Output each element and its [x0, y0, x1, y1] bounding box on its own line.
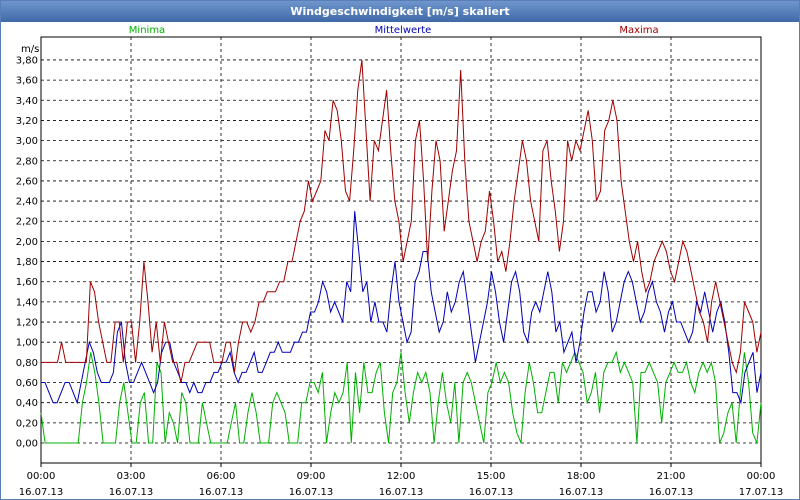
x-tick-date: 16.07.13: [649, 487, 694, 498]
y-tick-label: 0,20: [16, 418, 38, 429]
x-tick-time: 03:00: [117, 471, 146, 482]
y-tick-label: 3,60: [16, 76, 38, 87]
y-tick-label: 1,40: [16, 297, 38, 308]
x-tick-date: 16.07.13: [19, 487, 64, 498]
x-tick-time: 06:00: [207, 471, 236, 482]
y-tick-label: 1,80: [16, 257, 38, 268]
y-axis: m/s 0,00 0,20 0,40 0,60 0,80 1,00 1,20 1,40 1,60…: [16, 44, 40, 450]
y-tick-label: 1,00: [16, 338, 38, 349]
y-axis-label: m/s: [21, 44, 39, 55]
x-tick-date: 16.07.13: [199, 487, 244, 498]
y-tick-label: 2,00: [16, 237, 38, 248]
x-tick-time: 18:00: [567, 471, 596, 482]
y-tick-label: 0,80: [16, 358, 38, 369]
x-tick-time: 00:00: [27, 471, 56, 482]
x-tick-time: 00:00: [747, 471, 776, 482]
x-tick-date: 16.07.13: [379, 487, 424, 498]
y-tick-label: 2,20: [16, 217, 38, 228]
chart-window: Windgeschwindigkeit [m/s] skaliert m/s 0…: [0, 0, 800, 500]
x-tick-date: 16.07.13: [469, 487, 514, 498]
y-tick-label: 0,00: [16, 439, 38, 450]
y-tick-label: 2,40: [16, 197, 38, 208]
x-axis: 00:00 16.07.13 03:00 16.07.13 06:00 16.07.13 0…: [19, 463, 784, 498]
x-tick-time: 15:00: [477, 471, 506, 482]
legend-minima: Minima: [129, 25, 165, 36]
legend: Minima Mittelwerte Maxima: [129, 25, 659, 36]
x-tick-date: 16.07.13: [109, 487, 154, 498]
y-tick-label: 1,20: [16, 318, 38, 329]
legend-maxima: Maxima: [619, 25, 658, 36]
y-tick-label: 3,20: [16, 116, 38, 127]
legend-mittelwerte: Mittelwerte: [375, 25, 432, 36]
y-tick-label: 0,60: [16, 378, 38, 389]
x-tick-time: 12:00: [387, 471, 416, 482]
y-tick-label: 3,40: [16, 96, 38, 107]
x-tick-date: 16.07.13: [289, 487, 334, 498]
x-tick-date: 17.07.13: [739, 487, 784, 498]
y-tick-label: 0,40: [16, 398, 38, 409]
wind-speed-chart: m/s 0,00 0,20 0,40 0,60 0,80 1,00 1,20 1,40 1,60…: [16, 25, 784, 498]
y-tick-label: 2,60: [16, 176, 38, 187]
y-tick-label: 3,00: [16, 136, 38, 147]
x-tick-time: 21:00: [657, 471, 686, 482]
y-tick-label: 1,60: [16, 277, 38, 288]
y-tick-label: 2,80: [16, 156, 38, 167]
x-tick-time: 09:00: [297, 471, 326, 482]
y-tick-label: 3,80: [16, 55, 38, 66]
x-tick-date: 16.07.13: [559, 487, 604, 498]
